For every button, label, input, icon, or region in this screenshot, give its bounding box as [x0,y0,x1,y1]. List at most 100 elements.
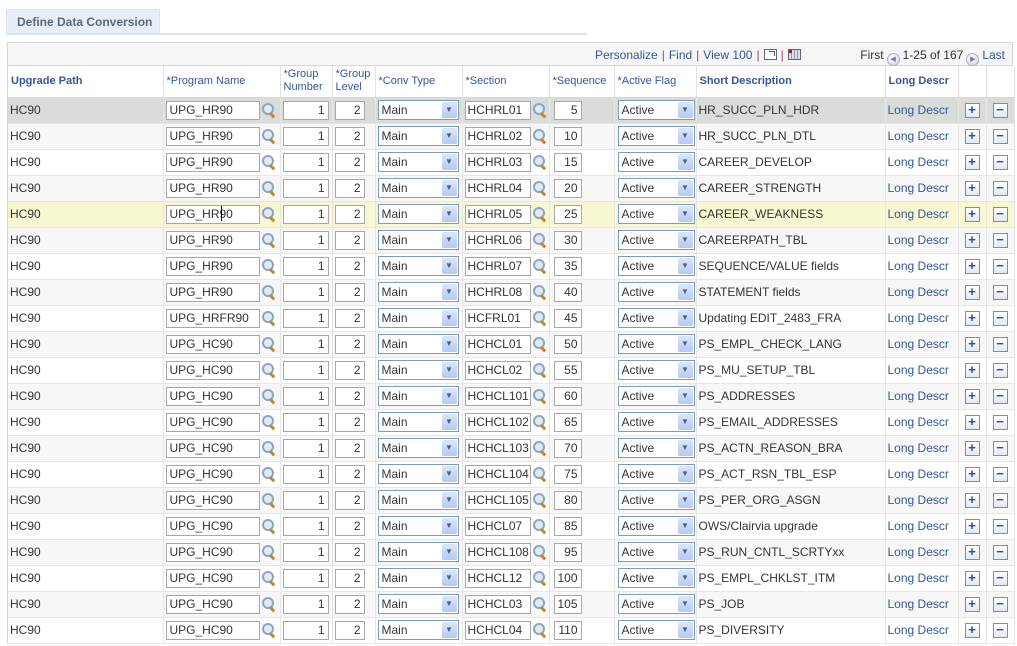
section-input[interactable]: HCHCL103 [464,438,531,458]
active-flag-select[interactable]: Active ▼ [617,542,695,562]
section-input[interactable]: HCHRL01 [464,100,531,120]
active-flag-select[interactable]: Active ▼ [617,152,695,172]
sequence-input[interactable]: 85 [553,516,582,536]
long-descr-link[interactable]: Long Descr [888,311,949,325]
conv-type-select[interactable]: Main ▼ [377,412,459,432]
section-input[interactable]: HCHRL02 [464,126,531,146]
conv-type-select[interactable]: Main ▼ [377,152,459,172]
long-descr-link[interactable]: Long Descr [888,207,949,221]
group-level-input[interactable]: 2 [334,334,365,354]
section-input[interactable]: HCHCL12 [464,568,531,588]
conv-type-select[interactable]: Main ▼ [377,256,459,276]
program-name-input[interactable]: UPG_HR90 [165,256,260,276]
delete-row-button[interactable]: − [992,154,1008,170]
personalize-link[interactable]: Personalize [595,48,658,62]
program-lookup-icon[interactable] [261,362,277,378]
section-lookup-icon[interactable] [532,596,548,612]
conv-type-select[interactable]: Main ▼ [377,360,459,380]
program-name-input[interactable]: UPG_HR90 [165,282,260,302]
section-input[interactable]: HCHCL108 [464,542,531,562]
long-descr-link[interactable]: Long Descr [888,155,949,169]
program-name-input[interactable]: UPG_HRFR90 [165,308,260,328]
sequence-input[interactable]: 105 [553,594,582,614]
program-name-input[interactable]: UPG_HC90 [165,412,260,432]
add-row-button[interactable]: + [964,128,980,144]
program-name-input[interactable]: UPG_HR90 [165,126,260,146]
sequence-input[interactable]: 60 [553,386,582,406]
program-lookup-icon[interactable] [261,388,277,404]
active-flag-select[interactable]: Active ▼ [617,282,695,302]
group-level-input[interactable]: 2 [334,464,365,484]
program-lookup-icon[interactable] [261,232,277,248]
conv-type-select[interactable]: Main ▼ [377,490,459,510]
group-level-input[interactable]: 2 [334,594,365,614]
conv-type-select[interactable]: Main ▼ [377,282,459,302]
long-descr-link[interactable]: Long Descr [888,623,949,637]
delete-row-button[interactable]: − [992,440,1008,456]
sequence-input[interactable]: 55 [553,360,582,380]
section-lookup-icon[interactable] [532,180,548,196]
delete-row-button[interactable]: − [992,570,1008,586]
active-flag-select[interactable]: Active ▼ [617,620,695,640]
section-lookup-icon[interactable] [532,492,548,508]
sequence-input[interactable]: 5 [553,100,582,120]
long-descr-link[interactable]: Long Descr [888,259,949,273]
active-flag-select[interactable]: Active ▼ [617,438,695,458]
section-lookup-icon[interactable] [532,258,548,274]
group-number-input[interactable]: 1 [282,464,329,484]
section-lookup-icon[interactable] [532,102,548,118]
program-lookup-icon[interactable] [261,284,277,300]
section-lookup-icon[interactable] [532,232,548,248]
section-input[interactable]: HCHCL03 [464,594,531,614]
program-name-input[interactable]: UPG_HR90 [165,178,260,198]
active-flag-select[interactable]: Active ▼ [617,360,695,380]
find-link[interactable]: Find [669,48,692,62]
group-level-input[interactable]: 2 [334,490,365,510]
group-number-input[interactable]: 1 [282,438,329,458]
next-page-icon[interactable]: ▶ [966,53,980,66]
section-input[interactable]: HCHCL04 [464,620,531,640]
group-number-input[interactable]: 1 [282,360,329,380]
program-lookup-icon[interactable] [261,258,277,274]
program-lookup-icon[interactable] [261,128,277,144]
section-input[interactable]: HCHRL07 [464,256,531,276]
program-name-input[interactable]: UPG_HC90 [165,464,260,484]
program-name-input[interactable]: UPG_HC90 [165,490,260,510]
conv-type-select[interactable]: Main ▼ [377,516,459,536]
group-number-input[interactable]: 1 [282,490,329,510]
section-input[interactable]: HCHCL102 [464,412,531,432]
group-number-input[interactable]: 1 [282,100,329,120]
section-input[interactable]: HCHCL02 [464,360,531,380]
active-flag-select[interactable]: Active ▼ [617,100,695,120]
group-level-input[interactable]: 2 [334,542,365,562]
conv-type-select[interactable]: Main ▼ [377,126,459,146]
sequence-input[interactable]: 10 [553,126,582,146]
group-level-input[interactable]: 2 [334,516,365,536]
group-level-input[interactable]: 2 [334,438,365,458]
conv-type-select[interactable]: Main ▼ [377,386,459,406]
program-lookup-icon[interactable] [261,544,277,560]
add-row-button[interactable]: + [964,258,980,274]
sequence-input[interactable]: 35 [553,256,582,276]
long-descr-link[interactable]: Long Descr [888,545,949,559]
add-row-button[interactable]: + [964,596,980,612]
add-row-button[interactable]: + [964,466,980,482]
program-lookup-icon[interactable] [261,440,277,456]
add-row-button[interactable]: + [964,440,980,456]
add-row-button[interactable]: + [964,336,980,352]
group-level-input[interactable]: 2 [334,178,365,198]
conv-type-select[interactable]: Main ▼ [377,230,459,250]
group-number-input[interactable]: 1 [282,334,329,354]
long-descr-link[interactable]: Long Descr [888,571,949,585]
delete-row-button[interactable]: − [992,284,1008,300]
section-input[interactable]: HCHCL01 [464,334,531,354]
conv-type-select[interactable]: Main ▼ [377,334,459,354]
program-name-input[interactable]: UPG_HC90 [165,438,260,458]
sequence-input[interactable]: 65 [553,412,582,432]
sequence-input[interactable]: 95 [553,542,582,562]
section-input[interactable]: HCHCL105 [464,490,531,510]
sequence-input[interactable]: 110 [553,620,582,640]
long-descr-link[interactable]: Long Descr [888,389,949,403]
section-lookup-icon[interactable] [532,518,548,534]
section-input[interactable]: HCHRL04 [464,178,531,198]
